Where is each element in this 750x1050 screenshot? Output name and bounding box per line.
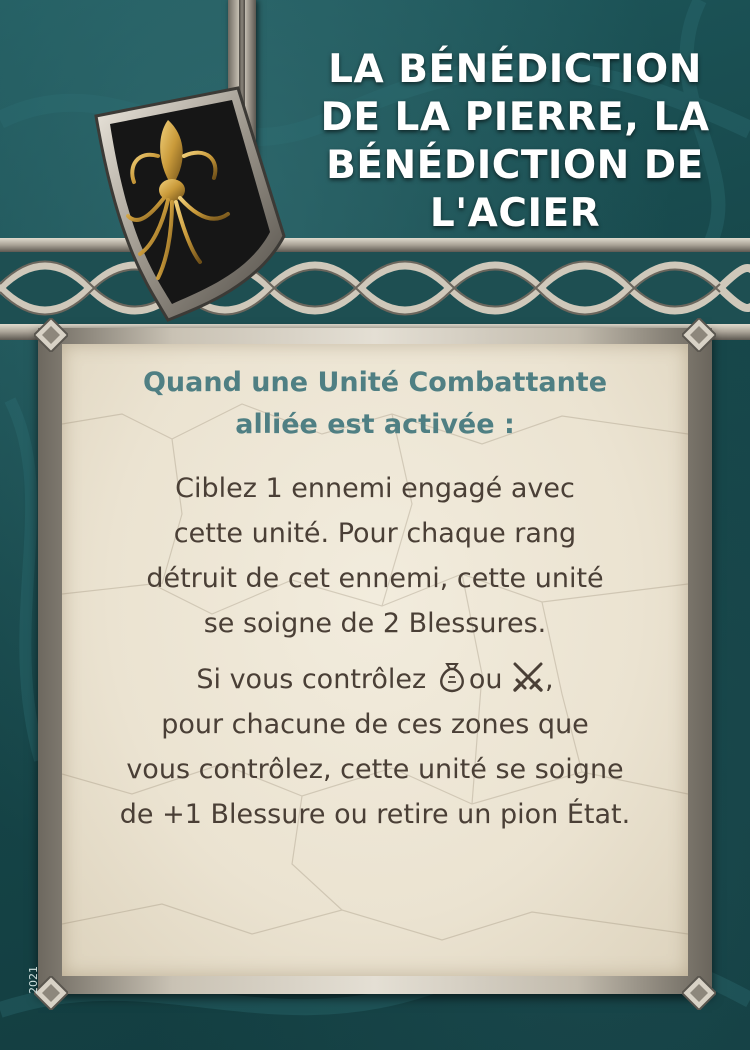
effect-text-fragment: ou — [468, 664, 503, 695]
effect-line: pour chacune de ces zones que — [161, 709, 589, 740]
effect-paragraph-2: Si vous contrôlez ou , pour chacune de c… — [62, 657, 688, 837]
effect-line: vous contrôlez, cette unité se soigne — [126, 754, 624, 785]
effect-paragraph-1: Ciblez 1 ennemi engagé avec cette unité.… — [62, 466, 688, 646]
effect-text-fragment: , — [545, 664, 554, 695]
title-line: LA BÉNÉDICTION — [328, 47, 702, 92]
effect-line: Ciblez 1 ennemi engagé avec — [175, 473, 575, 504]
effect-line: cette unité. Pour chaque rang — [173, 518, 577, 549]
corner-ornament — [34, 318, 68, 352]
corner-ornament — [682, 976, 716, 1010]
effect-text-fragment: Si vous contrôlez — [196, 664, 427, 695]
crossed-swords-icon — [513, 662, 543, 692]
effect-line-with-icons: Si vous contrôlez ou , — [62, 657, 688, 702]
money-bag-icon — [439, 663, 464, 693]
effect-line: de +1 Blessure ou retire un pion État. — [119, 799, 631, 830]
title-line: DE LA PIERRE, LA — [320, 95, 710, 140]
effect-line: détruit de cet ennemi, cette unité — [146, 563, 604, 594]
effect-text: Ciblez 1 ennemi engagé avec cette unité.… — [62, 466, 688, 837]
house-shield — [94, 86, 286, 322]
tactics-card: LA BÉNÉDICTION DE LA PIERRE, LA BÉNÉDICT… — [0, 0, 750, 1050]
card-title: LA BÉNÉDICTION DE LA PIERRE, LA BÉNÉDICT… — [300, 46, 730, 238]
effect-line: se soigne de 2 Blessures. — [203, 608, 547, 639]
title-line: L'ACIER — [429, 191, 601, 236]
title-line: BÉNÉDICTION DE — [326, 143, 704, 188]
trigger-line: Quand une Unité Combattante — [142, 367, 608, 398]
copyright-year: 2021 — [27, 966, 40, 994]
trigger-line: alliée est activée : — [235, 409, 515, 440]
corner-ornament — [682, 318, 716, 352]
trigger-condition: Quand une Unité Combattante alliée est a… — [62, 362, 688, 446]
